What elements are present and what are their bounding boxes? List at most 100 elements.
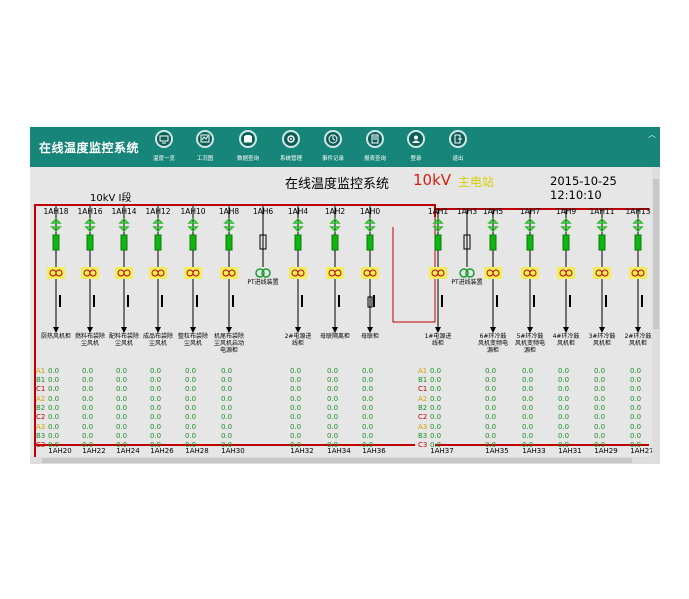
- temperature-reading: 0.0: [70, 423, 108, 432]
- vertical-scrollbar[interactable]: [652, 167, 660, 464]
- scroll-thumb[interactable]: [42, 458, 632, 463]
- temperature-reading: 0.0: [138, 404, 176, 413]
- feeder-code: 1AH11: [589, 207, 615, 216]
- scroll-thumb[interactable]: [653, 179, 659, 329]
- temperature-reading: 0.0: [138, 413, 176, 422]
- temperature-reading: 0.0: [278, 376, 316, 385]
- temperature-reading: 0.0: [173, 423, 211, 432]
- horizontal-scrollbar[interactable]: [30, 457, 652, 464]
- feeder-bay[interactable]: 1AH13 2#环冷鼓风机柜 0.0 0.0 0.0 0.0 0.0 0.0 0.0 0.0 0.0: [620, 205, 656, 464]
- temperature-reading: 0.0: [510, 413, 548, 422]
- temperature-value: 0.0: [327, 367, 339, 375]
- feeder-code: 1AH16: [77, 207, 103, 216]
- feeder-code: 1AH10: [180, 207, 206, 216]
- feeder-code: 1AH2: [324, 207, 346, 216]
- temperature-value: 0.0: [594, 413, 606, 421]
- temperature-reading: 0.0: [546, 413, 584, 422]
- temperature-reading: 0.0: [582, 367, 620, 376]
- temperature-reading: 0.0: [510, 376, 548, 385]
- feeder-bay[interactable]: 1AH7 5#环冷鼓风机变频电源柜 0.0 0.0 0.0 0.0 0.0 0.0 0.0 0.0…: [512, 205, 548, 464]
- feeder-name: 5#环冷鼓风机变频电源柜: [514, 333, 545, 354]
- temperature-value: 0.0: [558, 404, 570, 412]
- temperature-value: 0.0: [82, 432, 94, 440]
- temperature-reading: 0.0: [510, 367, 548, 376]
- feeder-bay[interactable]: 1AH18 厨热风机柜 A1 0.0 B1 0.0 C1 0.0 A2 0.0 B2 0.0 C2 0.0…: [36, 205, 74, 464]
- feeder-bay[interactable]: 1AH10 整粒布袋除尘风机 0.0 0.0 0.0 0.0 0.0 0.0 0.0 0.0 0.0: [175, 205, 211, 464]
- temperature-value: 0.0: [82, 385, 94, 393]
- feeder-name: 2#环冷鼓风机柜: [624, 333, 652, 347]
- phase-label: A3: [418, 423, 428, 431]
- temperature-value: 0.0: [116, 395, 128, 403]
- temperature-value: 0.0: [522, 404, 534, 412]
- feeder-code: 1AH13: [625, 207, 651, 216]
- temperature-value: 0.0: [116, 413, 128, 421]
- phase-label: B1: [418, 376, 428, 384]
- feeder-code: 1AH6: [252, 207, 274, 216]
- temperature-reading: 0.0: [209, 423, 247, 432]
- temperature-reading: 0.0: [546, 376, 584, 385]
- feeder-bay[interactable]: 1AH11 3#环冷鼓风机柜 0.0 0.0 0.0 0.0 0.0 0.0 0.0 0.0 0.0: [584, 205, 620, 464]
- temperature-reading: 0.0: [510, 432, 548, 441]
- temperature-reading: 0.0: [473, 367, 511, 376]
- temperature-reading: 0.0: [104, 423, 142, 432]
- feeder-name: 厨热风机柜: [40, 333, 71, 340]
- temperature-reading: 0.0: [546, 404, 584, 413]
- temperature-reading: 0.0: [315, 432, 353, 441]
- feeder-bay[interactable]: 1AH12 成品布袋除尘风机 0.0 0.0 0.0 0.0 0.0 0.0 0.0 0.0 0.0: [140, 205, 176, 464]
- temperature-value: 0.0: [82, 413, 94, 421]
- feeder-code: 1AH18: [43, 207, 69, 216]
- feeder-name: PT进线装置: [247, 279, 279, 286]
- temperature-value: 0.0: [558, 367, 570, 375]
- temperature-reading: 0.0: [546, 432, 584, 441]
- temperature-value: 0.0: [558, 413, 570, 421]
- temperature-reading: 0.0: [104, 376, 142, 385]
- temperature-value: 0.0: [485, 367, 497, 375]
- feeder-bay[interactable]: 1AH5 6#环冷鼓风机变频电源柜 0.0 0.0 0.0 0.0 0.0 0.0 0.0 0.0…: [475, 205, 511, 464]
- feeder-bay[interactable]: 1AH6 PT进线装置: [245, 205, 281, 464]
- temperature-reading: 0.0: [138, 432, 176, 441]
- temperature-reading: 0.0: [582, 432, 620, 441]
- temperature-value: 0.0: [522, 432, 534, 440]
- temperature-reading: 0.0: [618, 432, 656, 441]
- monitor-window: 在线温度监控系统 温度一览 工况图 数据查询 系统管理 事件记录 报表查询 登录 退出 ︿ 在…: [30, 127, 660, 464]
- temperature-value: 0.0: [522, 367, 534, 375]
- temperature-value: 0.0: [430, 367, 442, 375]
- temperature-value: 0.0: [522, 395, 534, 403]
- temperature-reading: 0.0: [173, 367, 211, 376]
- temperature-value: 0.0: [185, 404, 197, 412]
- feeder-bay[interactable]: 1AH2 母联隔离柜 0.0 0.0 0.0 0.0 0.0 0.0 0.0 0.0 0.0: [317, 205, 353, 464]
- temperature-reading: 0.0: [473, 423, 511, 432]
- temperature-reading: 0.0: [350, 367, 388, 376]
- temperature-value: 0.0: [150, 385, 162, 393]
- temperature-value: 0.0: [116, 385, 128, 393]
- temperature-value: 0.0: [48, 376, 60, 384]
- temperature-value: 0.0: [290, 404, 302, 412]
- feeder-name: 机尾布袋除尘风机启动电源柜: [213, 333, 244, 354]
- temperature-reading: 0.0: [618, 395, 656, 404]
- temperature-value: 0.0: [221, 367, 233, 375]
- temperature-value: 0.0: [630, 367, 642, 375]
- temperature-value: 0.0: [594, 376, 606, 384]
- phase-label: A2: [36, 395, 46, 403]
- temperature-value: 0.0: [150, 376, 162, 384]
- feeder-code: 1AH8: [218, 207, 240, 216]
- temperature-reading: 0.0: [173, 432, 211, 441]
- phase-label: A2: [418, 395, 428, 403]
- feeder-code: 1AH0: [359, 207, 381, 216]
- temperature-reading: 0.0: [138, 385, 176, 394]
- temperature-reading: 0.0: [104, 385, 142, 394]
- feeder-bay[interactable]: 1AH4 2#电源进线柜 0.0 0.0 0.0 0.0 0.0 0.0 0.0 0.0 0.0: [280, 205, 316, 464]
- temperature-reading: 0.0: [315, 423, 353, 432]
- temperature-value: 0.0: [185, 423, 197, 431]
- feeder-bay[interactable]: 1AH9 4#环冷鼓风机柜 0.0 0.0 0.0 0.0 0.0 0.0 0.0 0.0 0.0: [548, 205, 584, 464]
- feeder-code: 1AH5: [482, 207, 504, 216]
- feeder-bay[interactable]: 1AH14 配料布袋除尘风机 0.0 0.0 0.0 0.0 0.0 0.0 0.0 0.0 0.0: [106, 205, 142, 464]
- temperature-value: 0.0: [290, 395, 302, 403]
- temperature-value: 0.0: [185, 395, 197, 403]
- feeder-bay[interactable]: 1AH0 母联柜 0.0 0.0 0.0 0.0 0.0 0.0 0.0 0.0 0.0: [352, 205, 388, 464]
- temperature-reading: 0.0: [173, 385, 211, 394]
- temperature-reading: B3 0.0: [36, 432, 74, 441]
- feeder-bay[interactable]: 1AH16 燃料布袋除尘风机 0.0 0.0 0.0 0.0 0.0 0.0 0.0 0.0 0.0: [72, 205, 108, 464]
- bottom-feeder-code[interactable]: 1AH36: [356, 447, 392, 455]
- feeder-bay[interactable]: 1AH8 机尾布袋除尘风机启动电源柜 0.0 0.0 0.0 0.0 0.0 0.0 0.0 0.…: [211, 205, 247, 464]
